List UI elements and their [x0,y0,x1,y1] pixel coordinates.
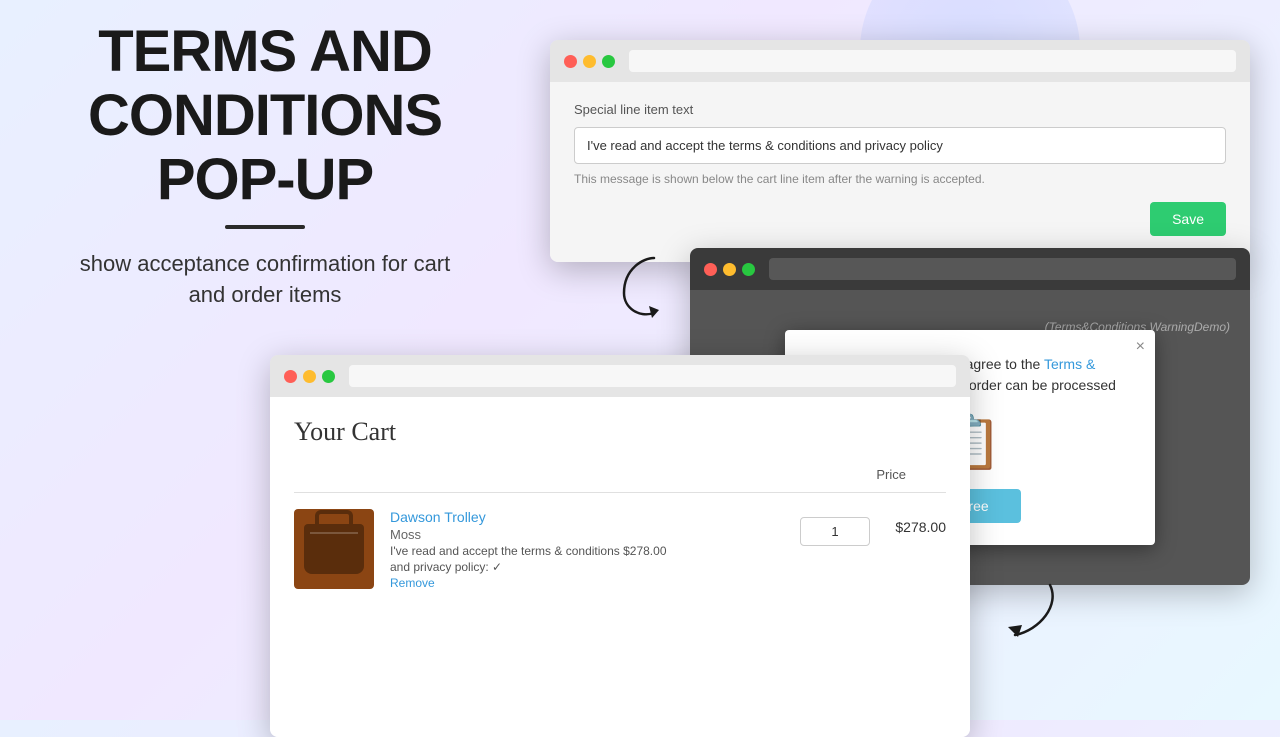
item-image [294,509,374,589]
modal-titlebar [690,248,1250,290]
cart-content: Your Cart Price Dawson Trolley Moss I've… [270,397,970,737]
main-title: TERMS AND CONDITIONS POP-UP [40,20,490,211]
terms-text-inline: I've read and accept the terms & conditi… [390,544,620,558]
dot-green-modal [742,263,755,276]
bag-icon [304,524,364,574]
item-variant: Moss [390,527,784,542]
subtitle: show acceptance confirmation for cart an… [40,249,490,311]
modal-address-bar [769,258,1236,280]
item-name[interactable]: Dawson Trolley [390,509,784,525]
popup-close-button[interactable]: × [1136,338,1145,356]
title-underline [225,225,305,229]
price-column-header: Price [876,467,906,482]
dot-yellow-modal [723,263,736,276]
settings-hint: This message is shown below the cart lin… [574,172,1226,186]
item-price: $278.00 [886,519,946,535]
dot-red-modal [704,263,717,276]
cart-browser: Your Cart Price Dawson Trolley Moss I've… [270,355,970,737]
dot-red-cart [284,370,297,383]
dot-green-cart [322,370,335,383]
settings-titlebar [550,40,1250,82]
cart-header-row: Price [294,467,946,493]
save-button[interactable]: Save [1150,202,1226,236]
remove-link[interactable]: Remove [390,576,784,590]
item-terms-text: I've read and accept the terms & conditi… [390,544,784,558]
cart-titlebar [270,355,970,397]
terms-text-input[interactable] [574,127,1226,164]
dot-yellow-cart [303,370,316,383]
cart-item-row: Dawson Trolley Moss I've read and accept… [294,509,946,590]
title-line1: TERMS AND [98,19,432,84]
dot-green-settings [602,55,615,68]
curly-arrow-icon [594,248,674,328]
dot-red-settings [564,55,577,68]
quantity-input[interactable] [800,517,870,546]
dot-yellow-settings [583,55,596,68]
settings-content: Special line item text This message is s… [550,82,1250,262]
item-privacy-text: and privacy policy: ✓ [390,560,784,574]
settings-address-bar [629,50,1236,72]
bottom-arrow-icon [980,565,1060,645]
left-panel: TERMS AND CONDITIONS POP-UP show accepta… [40,20,490,311]
terms-price-inline: $278.00 [623,544,666,558]
settings-browser: Special line item text This message is s… [550,40,1250,262]
item-details: Dawson Trolley Moss I've read and accept… [390,509,784,590]
title-line2: CONDITIONS [88,83,442,148]
cart-address-bar [349,365,956,387]
cart-title: Your Cart [294,417,946,447]
title-line3: POP-UP [157,147,373,212]
settings-field-label: Special line item text [574,102,1226,117]
